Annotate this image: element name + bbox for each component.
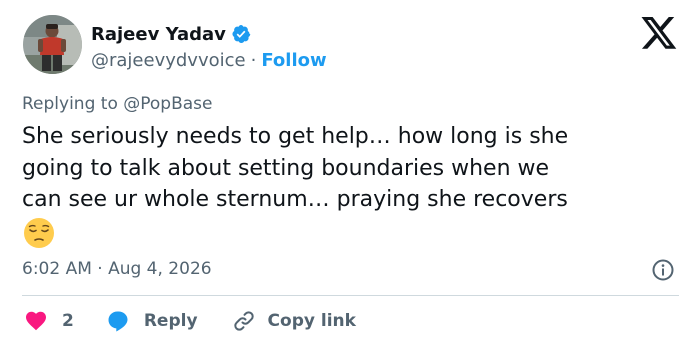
avatar[interactable] xyxy=(23,15,82,74)
divider xyxy=(22,295,679,296)
reply-button[interactable]: Reply xyxy=(106,309,198,333)
like-button[interactable]: 2 xyxy=(24,309,74,333)
reply-bubble-icon xyxy=(108,311,128,332)
author-handle-row: @rajeevydvvoice · Follow xyxy=(91,48,327,72)
author-name-row: Rajeev Yadav xyxy=(91,22,251,46)
timestamp[interactable]: 6:02 AM · Aug 4, 2026 xyxy=(22,257,212,281)
author-handle[interactable]: @rajeevydvvoice xyxy=(91,50,246,71)
heart-icon xyxy=(26,311,46,331)
follow-button[interactable]: Follow xyxy=(261,50,326,71)
tweet-text: She seriously needs to get help… how lon… xyxy=(22,124,569,212)
link-icon xyxy=(233,311,254,331)
action-bar: 2 Reply Copy link xyxy=(24,306,356,336)
reply-label: Reply xyxy=(143,311,198,331)
verified-badge-icon xyxy=(231,24,251,44)
copy-link-label: Copy link xyxy=(267,311,356,331)
like-count: 2 xyxy=(62,311,74,331)
display-name[interactable]: Rajeev Yadav xyxy=(91,24,226,45)
copy-link-button[interactable]: Copy link xyxy=(232,309,356,333)
pensive-face-emoji xyxy=(23,217,55,249)
info-icon[interactable] xyxy=(651,258,675,282)
replying-to[interactable]: Replying to @PopBase xyxy=(22,92,212,116)
x-logo-icon[interactable] xyxy=(641,17,678,50)
separator-dot: · xyxy=(250,49,257,71)
